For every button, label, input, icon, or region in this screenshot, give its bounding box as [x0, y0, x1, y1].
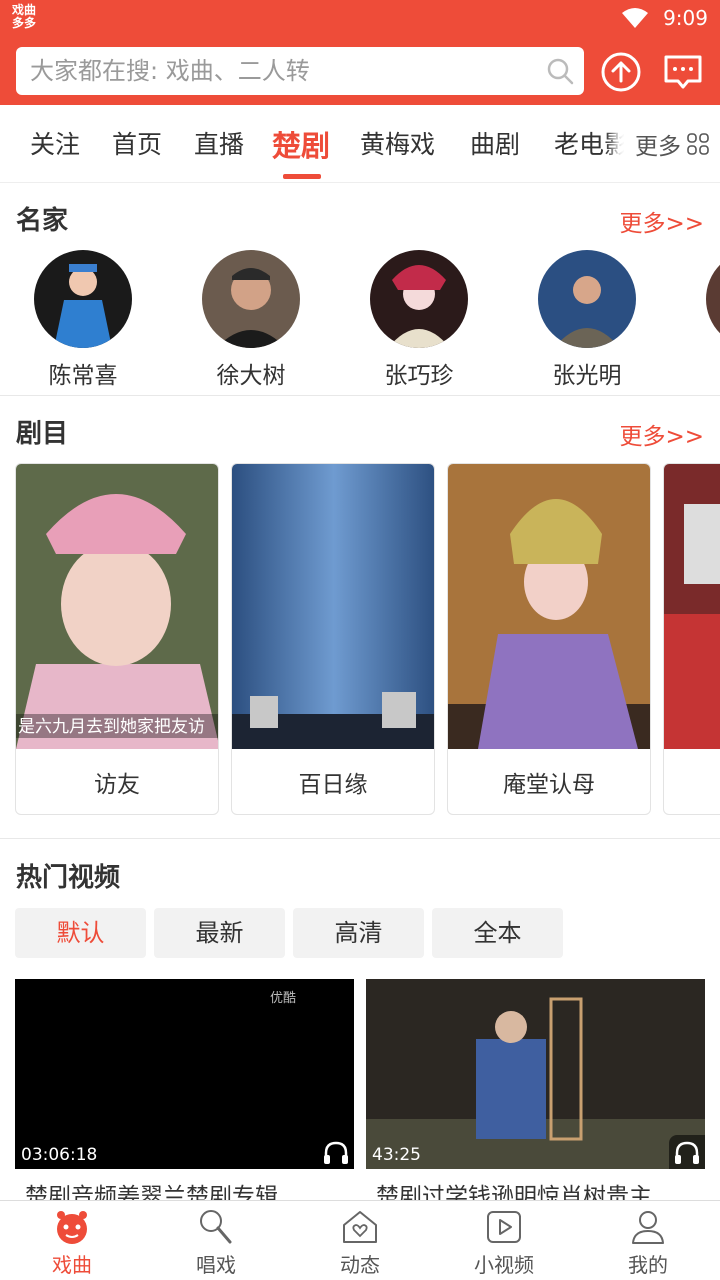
search-icon[interactable]: [546, 57, 574, 85]
video-card[interactable]: 优酷 03:06:18 楚剧音频姜翠兰楚剧专辑: [15, 979, 354, 1219]
play-title: 百日缘: [298, 772, 368, 798]
search-bar[interactable]: [16, 47, 584, 95]
tab-huangmeixi[interactable]: 黄梅戏: [360, 125, 435, 161]
artist-name: 张巧珍: [384, 363, 454, 389]
artist-card[interactable]: 徐大树: [191, 250, 311, 390]
category-tabs: 关注 首页 直播 楚剧 黄梅戏 曲剧 老电影 更多: [0, 105, 720, 183]
play-card[interactable]: [663, 463, 720, 815]
watermark: 优酷: [270, 991, 297, 1006]
artist-avatar: [34, 250, 132, 348]
artist-card[interactable]: 张巧珍: [359, 250, 479, 390]
tab-quju[interactable]: 曲剧: [470, 125, 520, 161]
video-duration: 03:06:18: [21, 1145, 98, 1165]
tab-chuju[interactable]: 楚剧: [272, 123, 330, 165]
artist-avatar: [538, 250, 636, 348]
play-card[interactable]: 是六九月去到她家把友访 访友: [15, 463, 219, 815]
nav-sing[interactable]: 唱戏: [166, 1205, 266, 1278]
home-heart-icon: [343, 1211, 377, 1243]
app-badge: 戏曲 多多: [12, 4, 36, 30]
artists-title: 名家: [16, 206, 69, 236]
tab-live[interactable]: 直播: [194, 125, 244, 161]
play-title: 庵堂认母: [503, 772, 595, 798]
video-thumbnail: 43:25: [366, 979, 705, 1169]
microphone-icon: [200, 1210, 232, 1244]
grid-icon: [687, 133, 709, 155]
section-divider: [0, 395, 720, 396]
search-input[interactable]: [30, 47, 530, 95]
tab-home[interactable]: 首页: [112, 125, 162, 161]
play-thumbnail: [664, 464, 720, 749]
artist-card[interactable]: 张光明: [527, 250, 647, 390]
artist-card[interactable]: 陈常喜: [23, 250, 143, 390]
upload-icon[interactable]: [600, 51, 642, 93]
artist-name: 陈常喜: [48, 363, 118, 389]
bottom-nav: 戏曲 唱戏 动态 小视频 我的: [0, 1200, 720, 1280]
filter-default[interactable]: 默认: [15, 908, 146, 958]
active-tab-indicator: [283, 174, 321, 179]
status-time: 9:09: [663, 6, 708, 30]
filter-newest[interactable]: 最新: [154, 908, 285, 958]
artist-avatar: [370, 250, 468, 348]
nav-label: 小视频: [474, 1253, 534, 1277]
section-divider: [0, 838, 720, 839]
play-thumbnail: 是六九月去到她家把友访: [16, 464, 218, 749]
opera-mask-icon: [57, 1211, 87, 1244]
headphones-icon: [318, 1135, 354, 1169]
play-title: 访友: [94, 772, 140, 798]
plays-more-link[interactable]: 更多>>: [619, 417, 704, 451]
artist-avatar: [202, 250, 300, 348]
video-scene: [366, 979, 705, 1169]
plays-title: 剧目: [16, 419, 69, 449]
play-subtitle: 是六九月去到她家把友访: [18, 717, 205, 737]
status-bar: 戏曲 多多 9:09: [0, 0, 720, 38]
play-card[interactable]: 庵堂认母: [447, 463, 651, 815]
nav-label: 唱戏: [196, 1253, 236, 1277]
artist-name: 张光明: [552, 363, 622, 389]
tab-old-movie[interactable]: 老电影: [554, 125, 629, 161]
badge-line-2: 多多: [12, 16, 37, 30]
nav-short-video[interactable]: 小视频: [454, 1205, 554, 1278]
video-thumbnail: 优酷 03:06:18: [15, 979, 354, 1169]
filter-full[interactable]: 全本: [432, 908, 563, 958]
nav-profile[interactable]: 我的: [598, 1205, 698, 1278]
tab-follow[interactable]: 关注: [30, 125, 80, 161]
wifi-icon: [622, 8, 649, 28]
message-icon[interactable]: [662, 51, 704, 93]
tabs-more-button[interactable]: 更多: [624, 105, 720, 182]
hot-videos-title: 热门视频: [16, 863, 121, 893]
video-duration: 43:25: [372, 1145, 421, 1165]
video-card[interactable]: 43:25 楚剧过学钱逊明惊肖树贵主: [366, 979, 705, 1219]
artists-more-link[interactable]: 更多>>: [619, 204, 704, 238]
nav-label: 动态: [340, 1253, 380, 1277]
video-play-icon: [487, 1211, 521, 1243]
user-icon: [632, 1211, 664, 1244]
artist-name: 徐大树: [216, 363, 286, 389]
play-card[interactable]: 百日缘: [231, 463, 435, 815]
nav-label: 戏曲: [52, 1253, 92, 1277]
nav-opera[interactable]: 戏曲: [22, 1205, 122, 1278]
nav-label: 我的: [628, 1253, 668, 1277]
top-bar: 戏曲 多多 9:09: [0, 0, 720, 105]
artist-avatar-partial: [706, 264, 720, 334]
filter-hd[interactable]: 高清: [293, 908, 424, 958]
play-thumbnail: [232, 464, 434, 749]
play-thumbnail: [448, 464, 650, 749]
headphones-icon: [669, 1135, 705, 1169]
tabs-more-label: 更多: [635, 134, 681, 160]
nav-feed[interactable]: 动态: [310, 1205, 410, 1278]
